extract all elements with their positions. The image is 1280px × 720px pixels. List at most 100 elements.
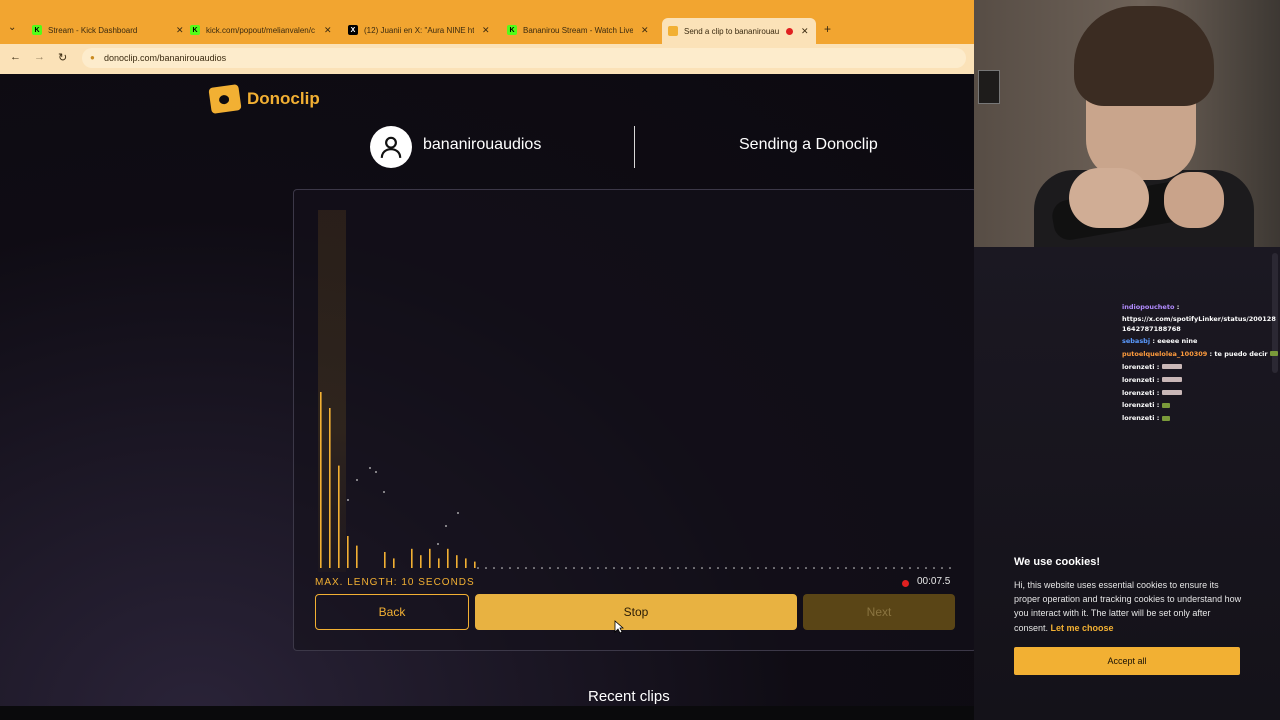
accept-cookies-button[interactable]: Accept all <box>1014 647 1240 675</box>
baseline-dot <box>821 567 823 569</box>
chat-username: lorenzeti <box>1122 375 1155 384</box>
bottom-bar <box>0 706 974 720</box>
url-field[interactable]: ● donoclip.com/bananirouaudios <box>82 48 966 68</box>
tab-bar: ⌄ K Stream - Kick Dashboard ✕ K kick.com… <box>0 0 974 44</box>
tab-list-icon[interactable]: ⌄ <box>8 22 22 36</box>
back-button[interactable]: Back <box>315 594 469 630</box>
chat-text: : <box>1176 303 1180 311</box>
particle-dot <box>356 479 358 481</box>
particle-dot <box>437 543 439 545</box>
baseline-dot <box>637 567 639 569</box>
close-icon[interactable]: ✕ <box>324 25 332 36</box>
audio-level-bar <box>356 545 358 568</box>
chat-username: indiopoucheto <box>1122 303 1175 311</box>
audio-level-bar <box>456 555 458 568</box>
particle-dot <box>369 467 371 469</box>
baseline-dot <box>581 567 583 569</box>
chat-message: lorenzeti : <box>1122 399 1280 412</box>
tab-kick-dashboard[interactable]: K Stream - Kick Dashboard ✕ <box>32 19 184 41</box>
chat-username: lorenzeti <box>1122 388 1155 397</box>
close-icon[interactable]: ✕ <box>482 25 490 36</box>
recording-timer: 00:07.5 <box>917 576 951 587</box>
baseline-dot <box>517 567 519 569</box>
chat-username: lorenzeti <box>1122 362 1155 371</box>
kick-icon: K <box>507 25 517 35</box>
baseline-dot <box>917 567 919 569</box>
cookie-preferences-link[interactable]: Let me choose <box>1051 623 1114 633</box>
close-icon[interactable]: ✕ <box>801 26 809 37</box>
baseline-dot <box>485 567 487 569</box>
baseline-dot <box>613 567 615 569</box>
stop-button[interactable]: Stop <box>475 594 797 630</box>
webcam-feed <box>974 0 1280 247</box>
chat-username: putoelquelolea_100309 <box>1122 349 1208 358</box>
chat-text: : <box>1156 362 1160 371</box>
new-tab-icon[interactable]: + <box>824 22 831 36</box>
chat-message: lorenzeti : <box>1122 361 1280 374</box>
baseline-dot <box>837 567 839 569</box>
chat-message: indiopoucheto : <box>1122 301 1280 314</box>
chat-message: lorenzeti : <box>1122 374 1280 387</box>
audio-level-bar <box>429 548 431 568</box>
emote-icon <box>1161 415 1170 421</box>
baseline-dot <box>661 567 663 569</box>
baseline-dot <box>861 567 863 569</box>
next-button[interactable]: Next <box>803 594 955 630</box>
baseline-dot <box>629 567 631 569</box>
chat-username: sebasbj <box>1122 336 1151 345</box>
kick-icon: K <box>190 25 200 35</box>
tab-kick-popout[interactable]: K kick.com/popout/melianvalen/c ✕ <box>190 19 332 41</box>
max-length-label: MAX. LENGTH: 10 SECONDS <box>315 577 475 588</box>
baseline-dot <box>749 567 751 569</box>
baseline-dot <box>741 567 743 569</box>
baseline-dot <box>533 567 535 569</box>
chat-text: : te puedo decir <box>1209 349 1268 358</box>
clapperboard-icon <box>208 84 242 114</box>
donoclip-logo[interactable]: Donoclip <box>208 84 320 114</box>
tab-bananirou-stream[interactable]: K Bananirou Stream - Watch Live ✕ <box>507 19 649 41</box>
chat-text: : eeeee nine <box>1152 336 1198 345</box>
baseline-dot <box>893 567 895 569</box>
person-hand <box>1164 172 1224 228</box>
baseline-dot <box>733 567 735 569</box>
baseline-dot <box>765 567 767 569</box>
audio-level-bar <box>447 548 449 568</box>
chat-message: putoelquelolea_100309 : te puedo decir <box>1122 348 1280 361</box>
audio-visualizer <box>320 392 951 569</box>
microphone-icon: ● <box>90 53 95 62</box>
tab-title: (12) Juanii en X: "Aura NINE htt <box>364 25 474 35</box>
baseline-dot <box>541 567 543 569</box>
close-icon[interactable]: ✕ <box>176 25 184 36</box>
chat-message: sebasbj : eeeee nine <box>1122 335 1280 348</box>
back-arrow-icon[interactable]: ← <box>10 51 21 63</box>
forward-arrow-icon[interactable]: → <box>34 51 45 63</box>
chat-text: https://x.com/spotifyLinker/status/20012… <box>1122 314 1276 334</box>
audio-level-bar <box>411 548 413 568</box>
baseline-dot <box>773 567 775 569</box>
tab-x-post[interactable]: X (12) Juanii en X: "Aura NINE htt ✕ <box>348 19 490 41</box>
reload-icon[interactable]: ↻ <box>58 51 67 64</box>
baseline-dot <box>853 567 855 569</box>
recording-icon <box>786 27 793 35</box>
donoclip-page: Donoclip bananirouaudios Sending a Donoc… <box>0 74 977 720</box>
chat-text: : <box>1156 388 1160 397</box>
cookie-description: Hi, this website uses essential cookies … <box>1014 580 1242 633</box>
baseline-dot <box>509 567 511 569</box>
cookie-banner: We use cookies! Hi, this website uses es… <box>1014 556 1244 675</box>
baseline-dot <box>909 567 911 569</box>
audio-level-bar <box>420 555 422 568</box>
audio-level-bar <box>474 561 476 568</box>
logo-text: Donoclip <box>247 89 320 108</box>
baseline-dot <box>789 567 791 569</box>
tab-donoclip[interactable]: Send a clip to bananirouau ✕ <box>662 18 816 44</box>
baseline-dot <box>549 567 551 569</box>
baseline-dot <box>653 567 655 569</box>
baseline-dot <box>677 567 679 569</box>
close-icon[interactable]: ✕ <box>641 25 649 36</box>
emote-icon <box>1161 402 1170 408</box>
audio-level-bar <box>384 552 386 568</box>
chat-message: lorenzeti : <box>1122 387 1280 400</box>
baseline-dot <box>493 567 495 569</box>
baseline-dot <box>797 567 799 569</box>
baseline-dot <box>869 567 871 569</box>
